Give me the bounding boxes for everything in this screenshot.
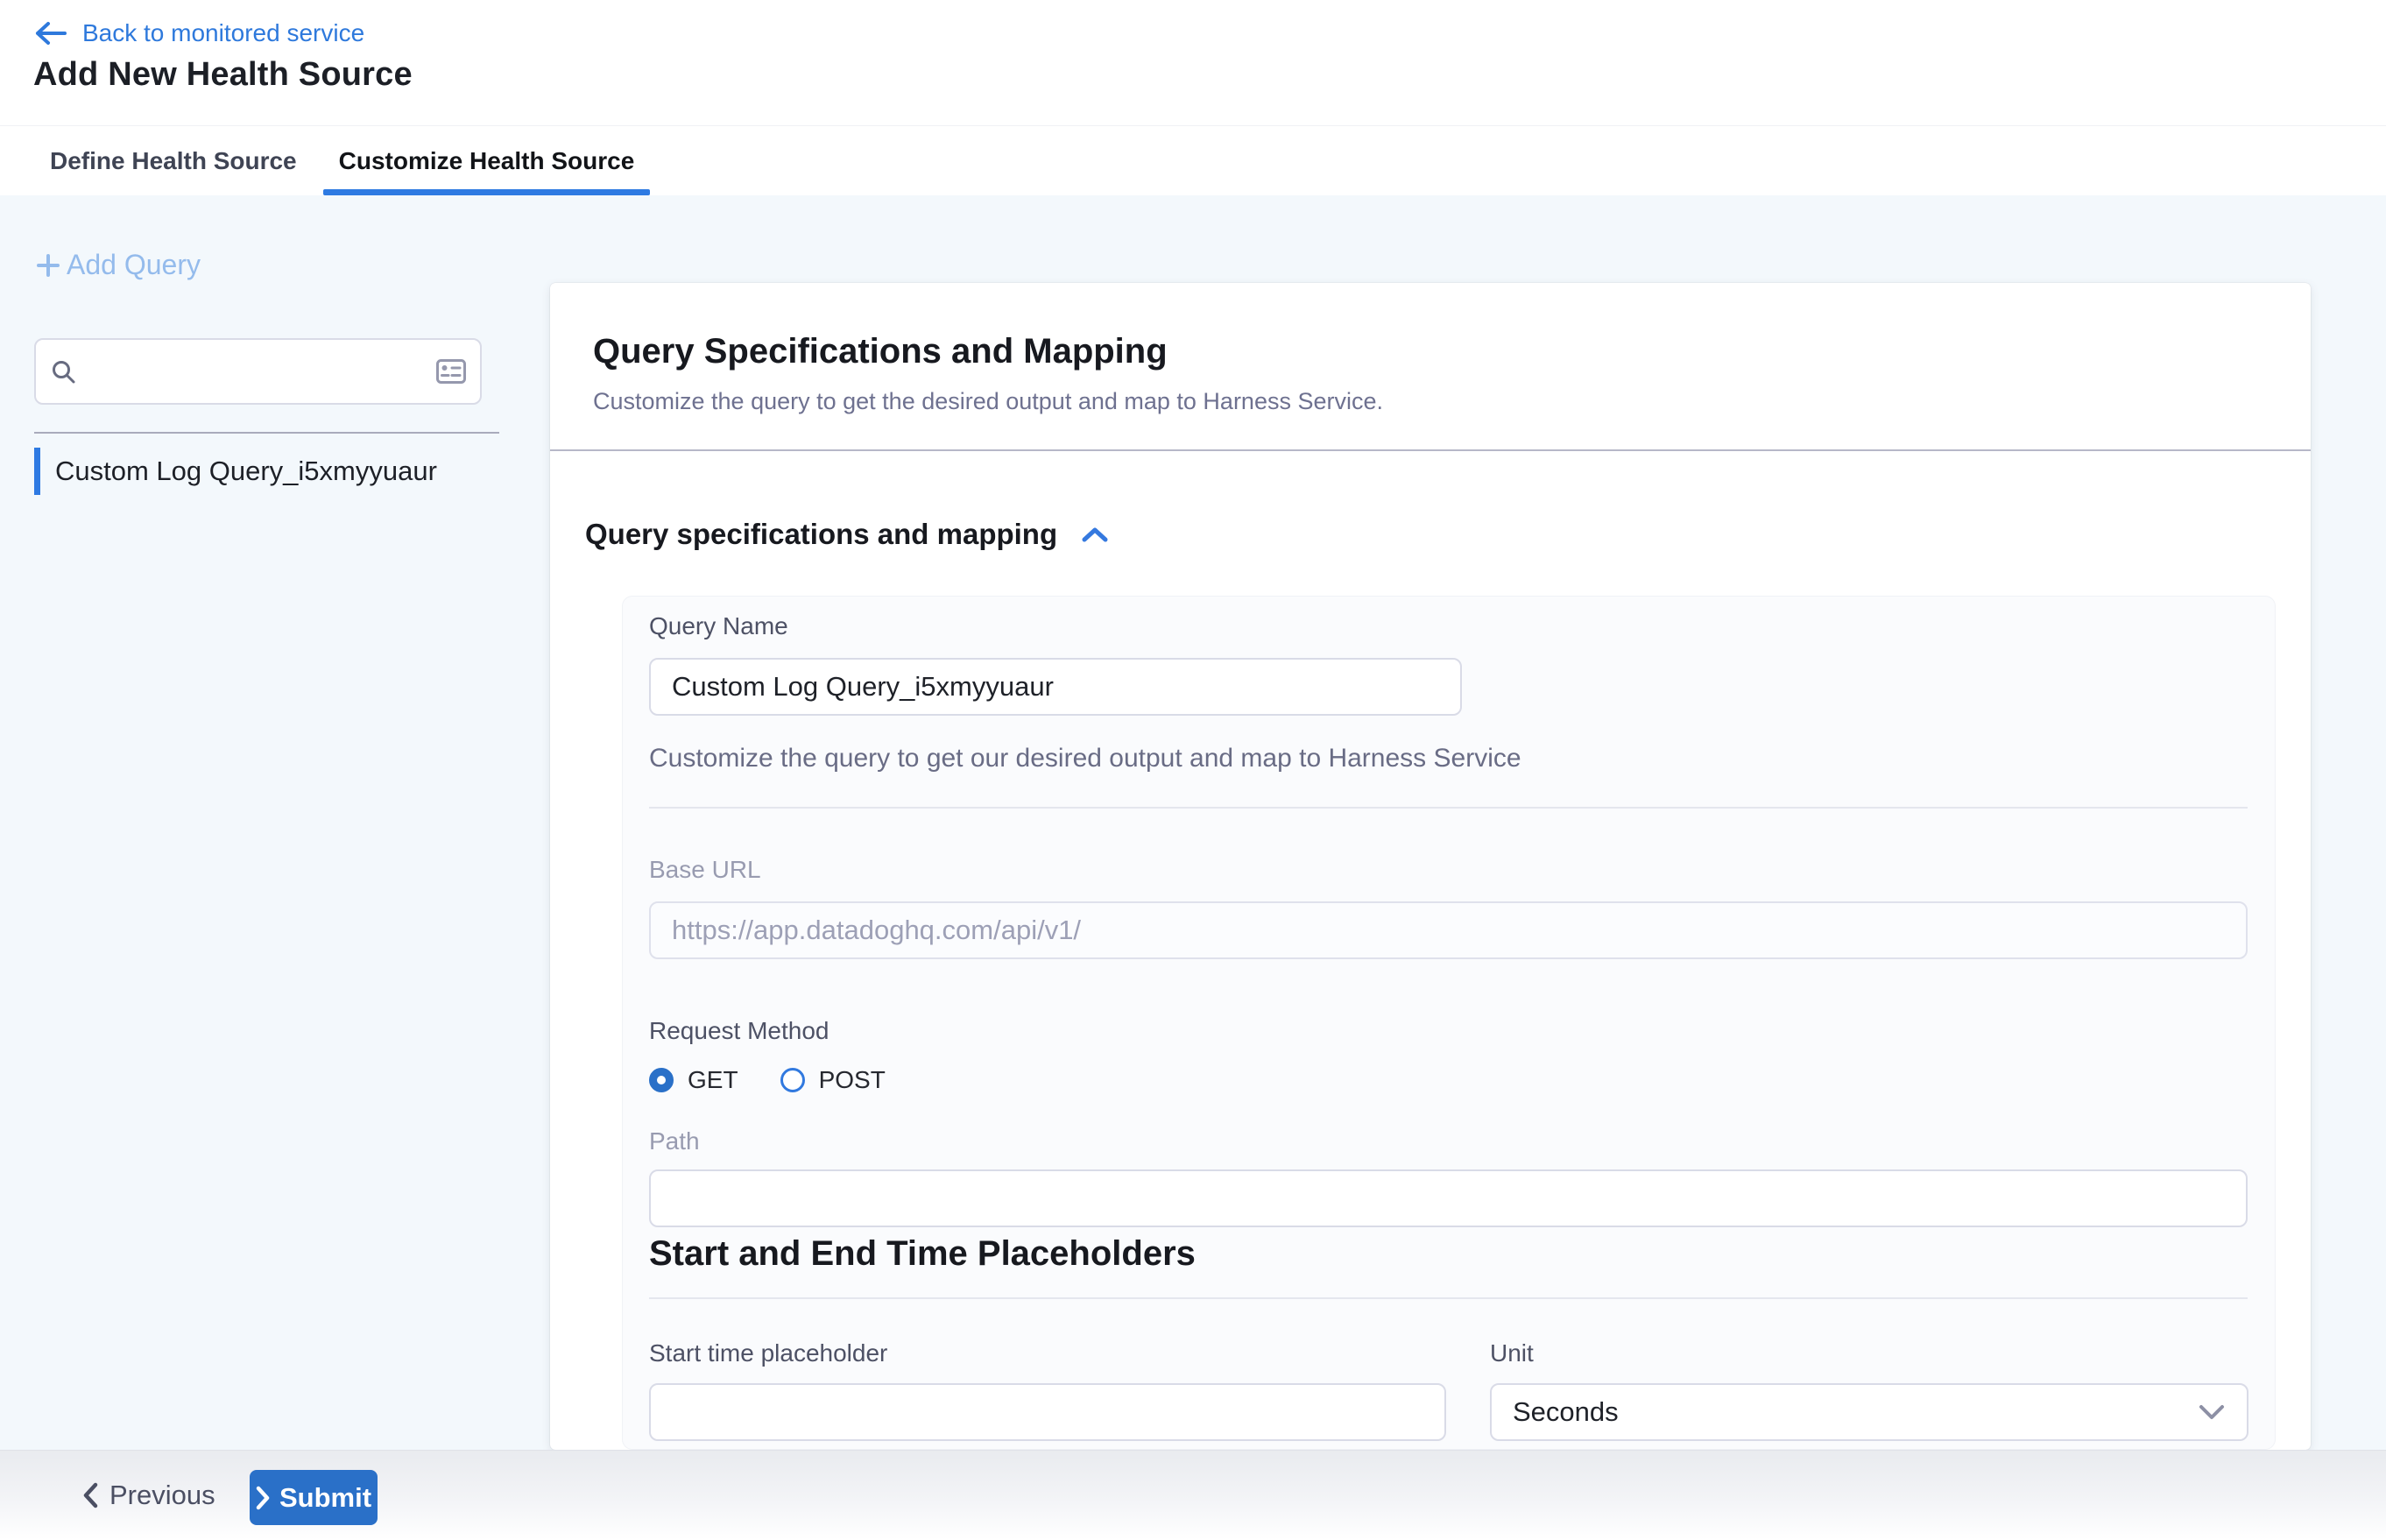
selected-indicator-bar [34,448,40,495]
unit-select[interactable]: Seconds [1490,1383,2248,1441]
query-list-item[interactable]: Custom Log Query_i5xmyyuaur [34,448,437,495]
footer-bar: Previous Submit [0,1450,2386,1540]
chevron-up-icon[interactable] [1080,524,1110,545]
start-time-label: Start time placeholder [649,1339,887,1367]
query-item-label: Custom Log Query_i5xmyyuaur [55,456,437,487]
query-name-label: Query Name [649,612,788,640]
start-time-input[interactable] [649,1383,1446,1441]
arrow-left-icon [33,20,68,46]
query-form-panel: Query Name Customize the query to get ou… [622,596,2276,1450]
previous-button-label: Previous [109,1480,215,1511]
page-header: Back to monitored service Add New Health… [0,0,2386,125]
list-view-icon[interactable] [436,359,466,384]
tab-define-health-source[interactable]: Define Health Source [34,126,313,195]
divider [649,807,2248,809]
back-link[interactable]: Back to monitored service [33,16,364,51]
base-url-input[interactable] [649,901,2248,959]
request-method-radio-group: GET POST [649,1066,886,1094]
back-link-label: Back to monitored service [82,19,364,47]
plus-icon [33,251,63,280]
query-name-input[interactable] [649,658,1462,716]
radio-post[interactable] [780,1068,805,1092]
divider [649,1297,2248,1299]
chevron-right-icon [256,1486,270,1510]
query-name-help-text: Customize the query to get our desired o… [649,744,1521,774]
base-url-label: Base URL [649,856,761,884]
path-input[interactable] [649,1169,2248,1227]
search-icon [50,358,76,385]
chevron-left-icon [82,1482,98,1508]
add-query-label: Add Query [67,249,201,281]
radio-get[interactable] [649,1068,674,1092]
time-placeholders-heading: Start and End Time Placeholders [649,1234,1196,1274]
radio-post-label: POST [819,1066,886,1094]
unit-label: Unit [1490,1339,1534,1367]
submit-button[interactable]: Submit [250,1470,378,1525]
sidebar-divider [34,432,499,434]
radio-get-label: GET [688,1066,738,1094]
search-input[interactable] [88,357,424,386]
page-title: Add New Health Source [33,56,413,94]
section-header-row: Query specifications and mapping [585,518,1110,551]
request-method-label: Request Method [649,1017,829,1045]
card-header-divider [550,449,2311,451]
card-title: Query Specifications and Mapping [593,332,1168,371]
query-mapping-card: Query Specifications and Mapping Customi… [550,283,2311,1450]
previous-button[interactable]: Previous [77,1451,221,1540]
tab-customize-health-source[interactable]: Customize Health Source [323,126,651,195]
section-label: Query specifications and mapping [585,518,1057,551]
path-label: Path [649,1127,700,1155]
unit-select-value: Seconds [1513,1396,1619,1428]
chevron-down-icon [2198,1403,2226,1421]
add-query-button[interactable]: Add Query [33,249,201,281]
card-subtitle: Customize the query to get the desired o… [593,388,1383,415]
submit-button-label: Submit [279,1482,371,1514]
query-search-box [34,338,482,405]
tab-bar: Define Health Source Customize Health So… [0,125,2386,195]
